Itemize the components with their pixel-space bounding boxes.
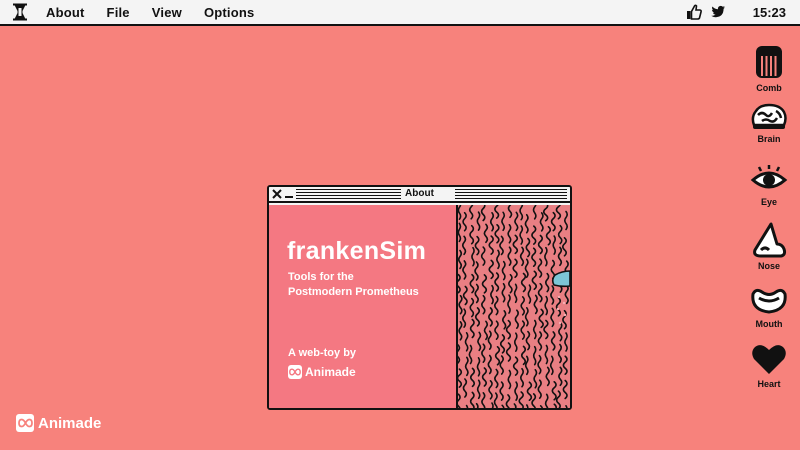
animade-credit-text: Animade [305,365,356,379]
comb-icon [756,46,782,78]
menu-about[interactable]: About [46,5,85,20]
menu-clock: 15:23 [752,4,786,20]
dock-label-comb: Comb [756,83,782,93]
menu-file[interactable]: File [107,5,130,20]
app-tagline: Tools for the Postmodern Prometheus [288,270,419,300]
menu-bar: About File View Options 15:23 [0,0,800,26]
animade-footer-logo-icon [16,414,34,432]
mouth-icon [751,288,787,314]
animade-footer-logo[interactable]: Animade [16,414,101,432]
animade-logo-icon [288,365,302,379]
hair-illustration [455,198,570,408]
eye-icon [750,165,788,189]
about-info-panel: frankenSim Tools for the Postmodern Prom… [269,205,456,408]
menu-view[interactable]: View [152,5,182,20]
heart-icon [752,345,786,374]
hair-illustration-panel [455,198,570,408]
menu-status-area: 15:23 [678,0,800,24]
dock-item-brain[interactable]: Brain [748,103,790,144]
menu-options[interactable]: Options [204,5,255,20]
frankensim-logo-icon[interactable] [11,3,29,21]
dock-label-brain: Brain [757,134,781,144]
window-titlebar[interactable]: About [269,187,570,203]
dock-label-mouth: Mouth [755,319,783,329]
brain-icon [751,103,787,129]
dock-item-comb[interactable]: Comb [748,44,790,93]
tagline-line-2: Postmodern Prometheus [288,286,419,298]
app-name: frankenSim [287,237,427,265]
dock-label-eye: Eye [760,197,777,207]
thumbs-up-icon[interactable] [686,4,702,20]
dock-item-eye[interactable]: Eye [748,164,790,207]
twitter-icon[interactable] [710,4,726,20]
nose-icon [753,222,787,258]
app-byline: A web-toy by [288,347,357,359]
about-window: About frankenSim Tools for the Postmoder… [267,185,572,410]
window-title: About [269,188,570,200]
animade-footer-text: Animade [38,414,102,432]
dock-item-nose[interactable]: Nose [748,222,790,271]
tagline-line-1: Tools for the [288,271,354,283]
dock-item-mouth[interactable]: Mouth [748,286,790,329]
dock-label-nose: Nose [757,261,780,271]
dock-label-heart: Heart [757,379,781,389]
animade-credit-link[interactable]: Animade [288,365,356,379]
dock-item-heart[interactable]: Heart [748,342,790,389]
